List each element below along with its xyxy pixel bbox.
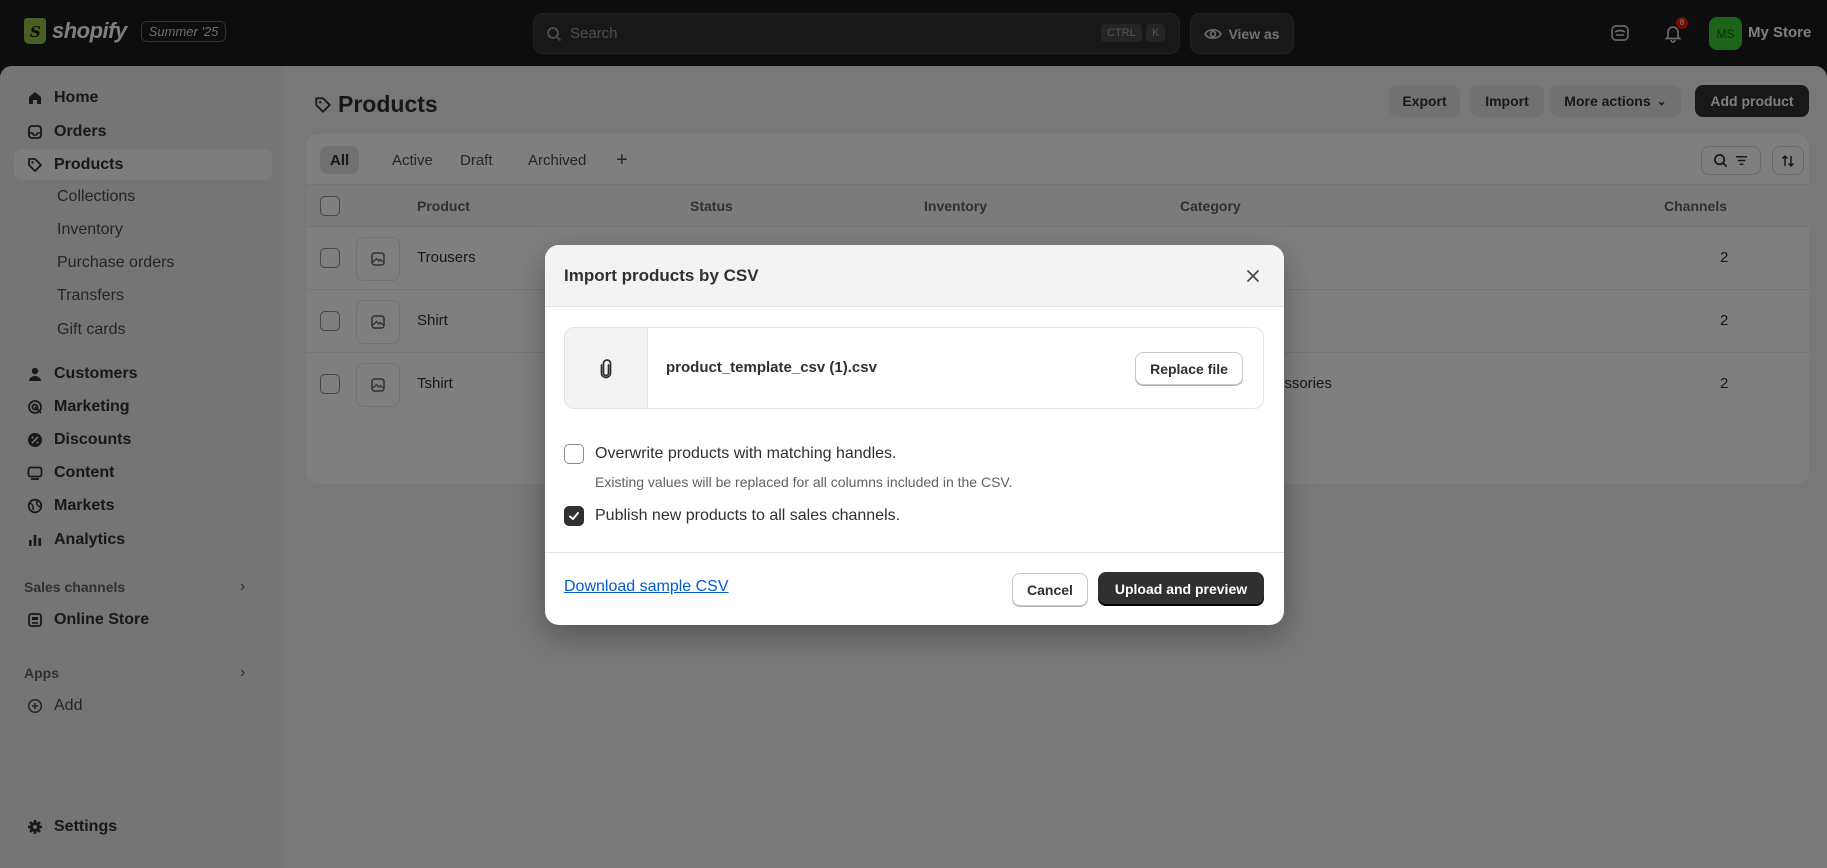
overwrite-label: Overwrite products with matching handles… bbox=[595, 445, 897, 462]
modal-footer: Download sample CSV Cancel Upload and pr… bbox=[545, 552, 1284, 625]
checkmark-icon bbox=[569, 512, 579, 520]
overwrite-option[interactable]: Overwrite products with matching handles… bbox=[564, 444, 896, 464]
paperclip-icon bbox=[600, 359, 612, 379]
modal-header: Import products by CSV bbox=[545, 245, 1284, 307]
upload-and-preview-button[interactable]: Upload and preview bbox=[1098, 572, 1264, 606]
publish-option[interactable]: Publish new products to all sales channe… bbox=[564, 506, 900, 526]
selected-file: product_template_csv (1).csv Replace fil… bbox=[564, 327, 1264, 409]
publish-checkbox[interactable] bbox=[564, 506, 584, 526]
import-csv-modal: Import products by CSV product_template_… bbox=[545, 245, 1284, 625]
download-sample-link[interactable]: Download sample CSV bbox=[564, 578, 729, 596]
close-icon[interactable] bbox=[1242, 265, 1264, 287]
overwrite-help-text: Existing values will be replaced for all… bbox=[595, 474, 1013, 490]
file-name: product_template_csv (1).csv bbox=[666, 359, 877, 376]
modal-title: Import products by CSV bbox=[564, 266, 759, 285]
cancel-button[interactable]: Cancel bbox=[1012, 573, 1088, 606]
replace-file-button[interactable]: Replace file bbox=[1135, 352, 1243, 385]
overwrite-checkbox[interactable] bbox=[564, 444, 584, 464]
file-icon-container bbox=[565, 328, 648, 408]
publish-label: Publish new products to all sales channe… bbox=[595, 507, 901, 524]
